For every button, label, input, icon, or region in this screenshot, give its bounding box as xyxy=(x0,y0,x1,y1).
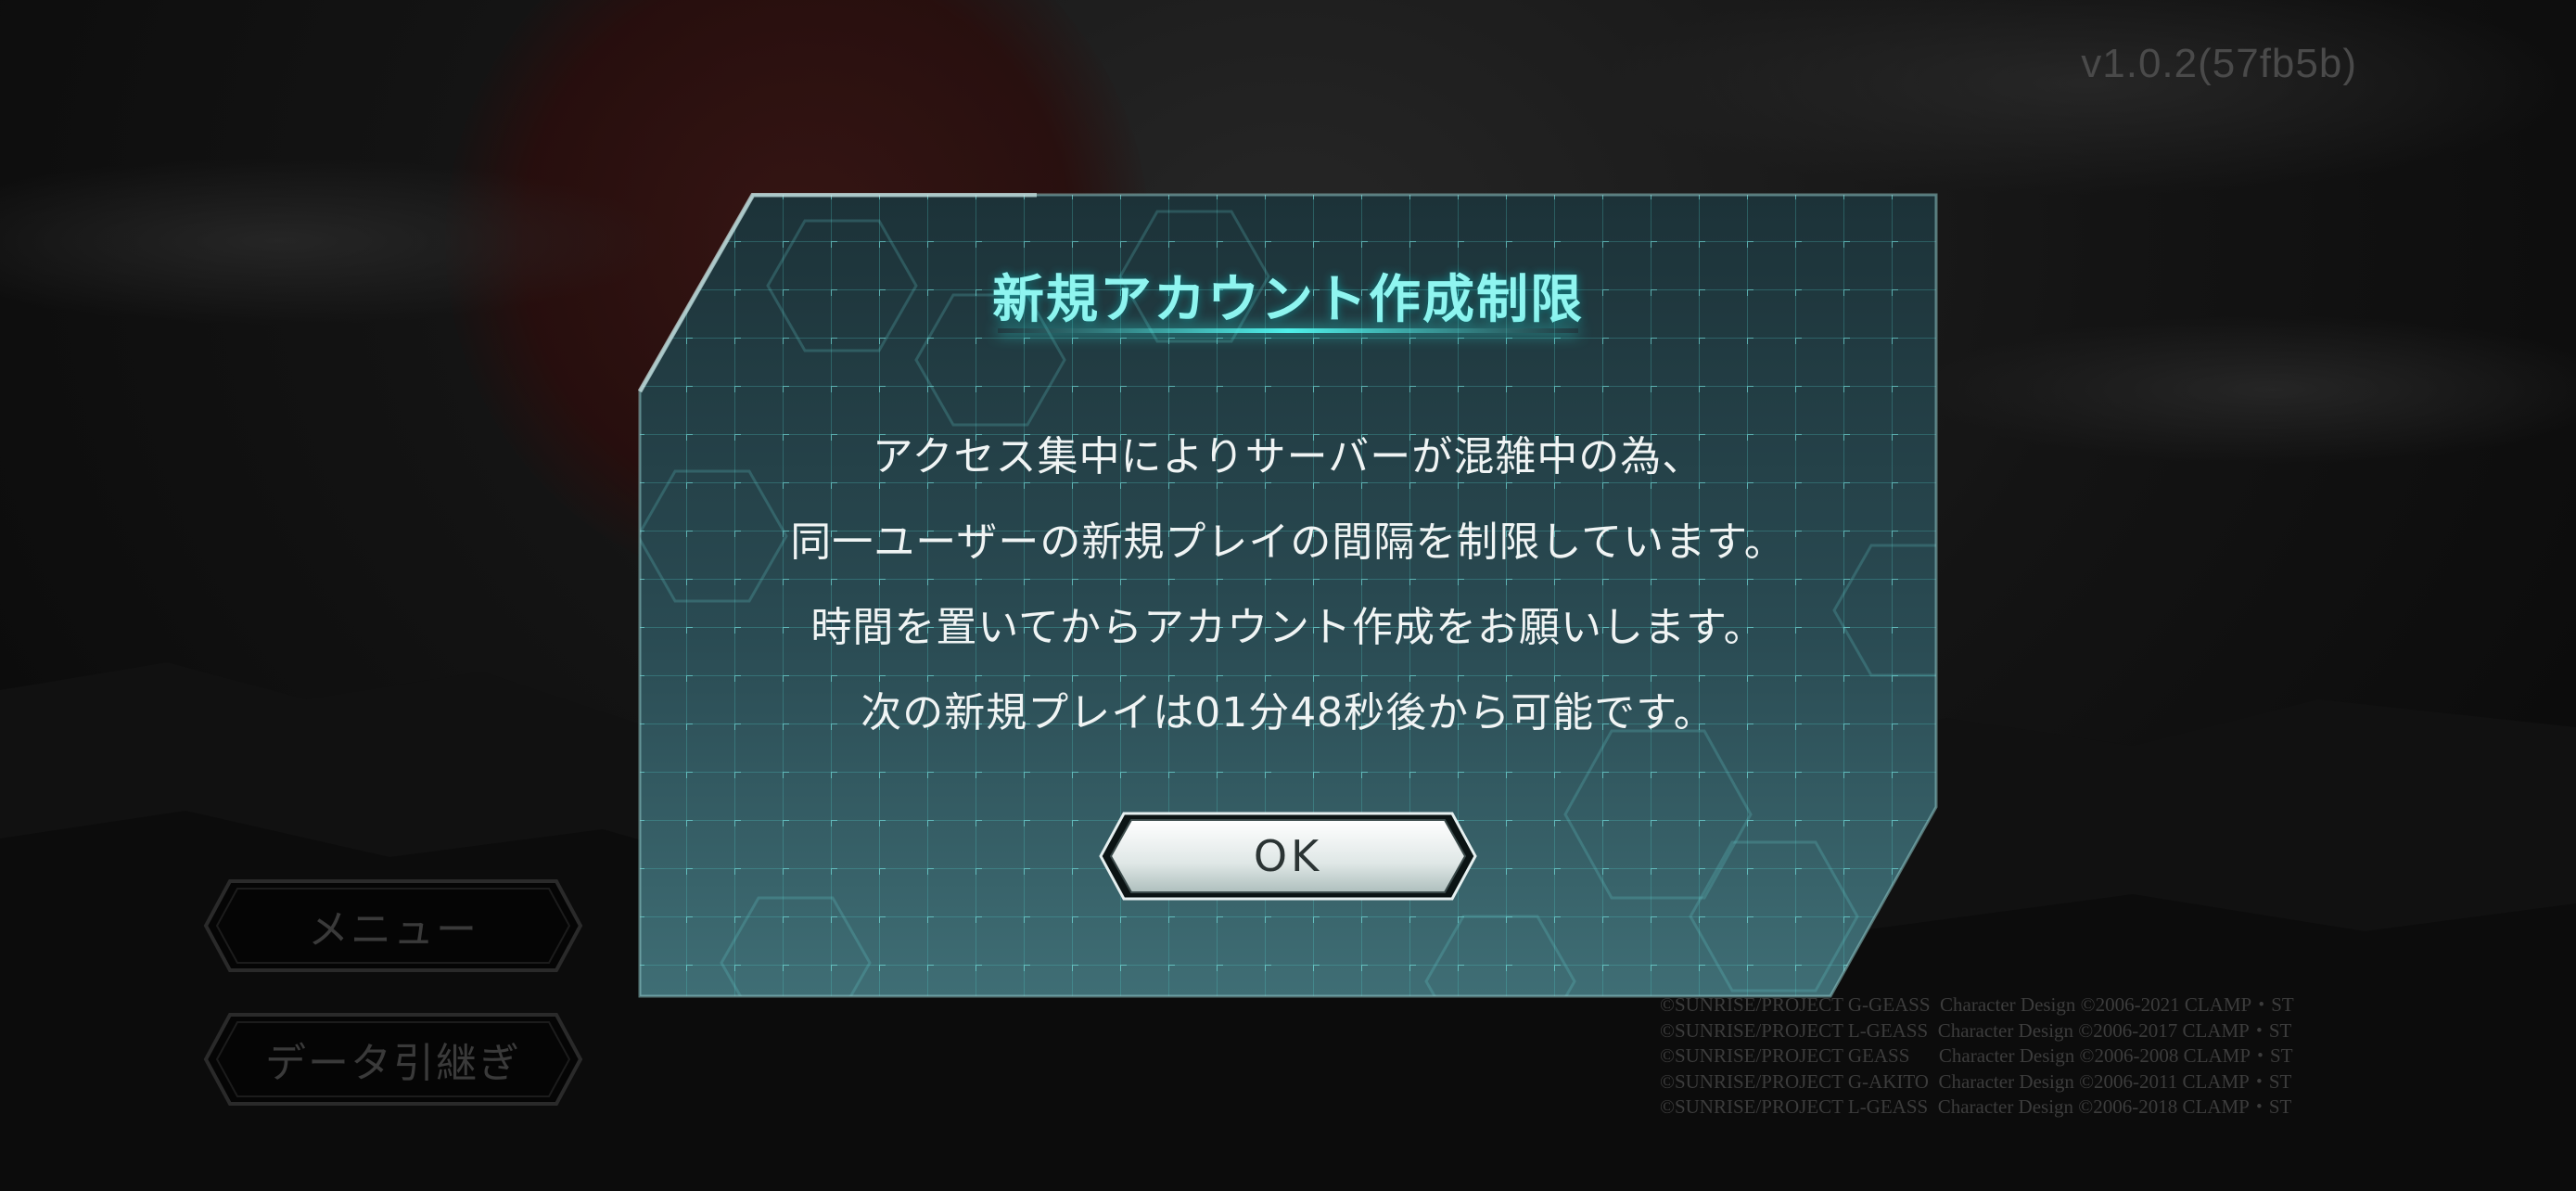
version-label: v1.0.2(57fb5b) xyxy=(2081,41,2357,86)
dialog-title: 新規アカウント作成制限 xyxy=(992,270,1584,330)
ok-button[interactable]: OK xyxy=(1098,811,1478,902)
menu-button-label: メニュー xyxy=(308,906,478,954)
data-transfer-label: データ引継ぎ xyxy=(265,1040,521,1087)
game-screen: v1.0.2(57fb5b) メニュー データ引継ぎ ©SUNRISE/PROJ… xyxy=(0,0,2576,1191)
message-line-3: 時間を置いてからアカウント作成をお願いします。 xyxy=(810,604,1766,651)
copyright-line: ©SUNRISE/PROJECT G-AKITO Character Desig… xyxy=(1660,1069,2292,1093)
copyright-line: ©SUNRISE/PROJECT L-GEASS Character Desig… xyxy=(1660,1018,2292,1042)
copyright-notice: ©SUNRISE/PROJECT G-GEASS Character Desig… xyxy=(1660,992,2294,1121)
copyright-line: ©SUNRISE/PROJECT GEASS Character Design … xyxy=(1660,1044,2293,1067)
message-line-1: アクセス集中によりサーバーが混雑中の為、 xyxy=(872,433,1704,480)
menu-button[interactable]: メニュー xyxy=(202,877,584,974)
message-line-4: 次の新規プレイは01分48秒後から可能です。 xyxy=(861,689,1715,736)
ok-button-label: OK xyxy=(1253,831,1323,881)
title-underline xyxy=(998,328,1578,333)
message-line-2: 同一ユーザーの新規プレイの間隔を制限しています。 xyxy=(790,519,1786,566)
copyright-line: ©SUNRISE/PROJECT L-GEASS Character Desig… xyxy=(1660,1095,2292,1118)
data-transfer-button[interactable]: データ引継ぎ xyxy=(202,1011,584,1108)
account-limit-dialog: 新規アカウント作成制限 アクセス集中によりサーバーが混雑中の為、 同一ユーザーの… xyxy=(638,193,1938,998)
